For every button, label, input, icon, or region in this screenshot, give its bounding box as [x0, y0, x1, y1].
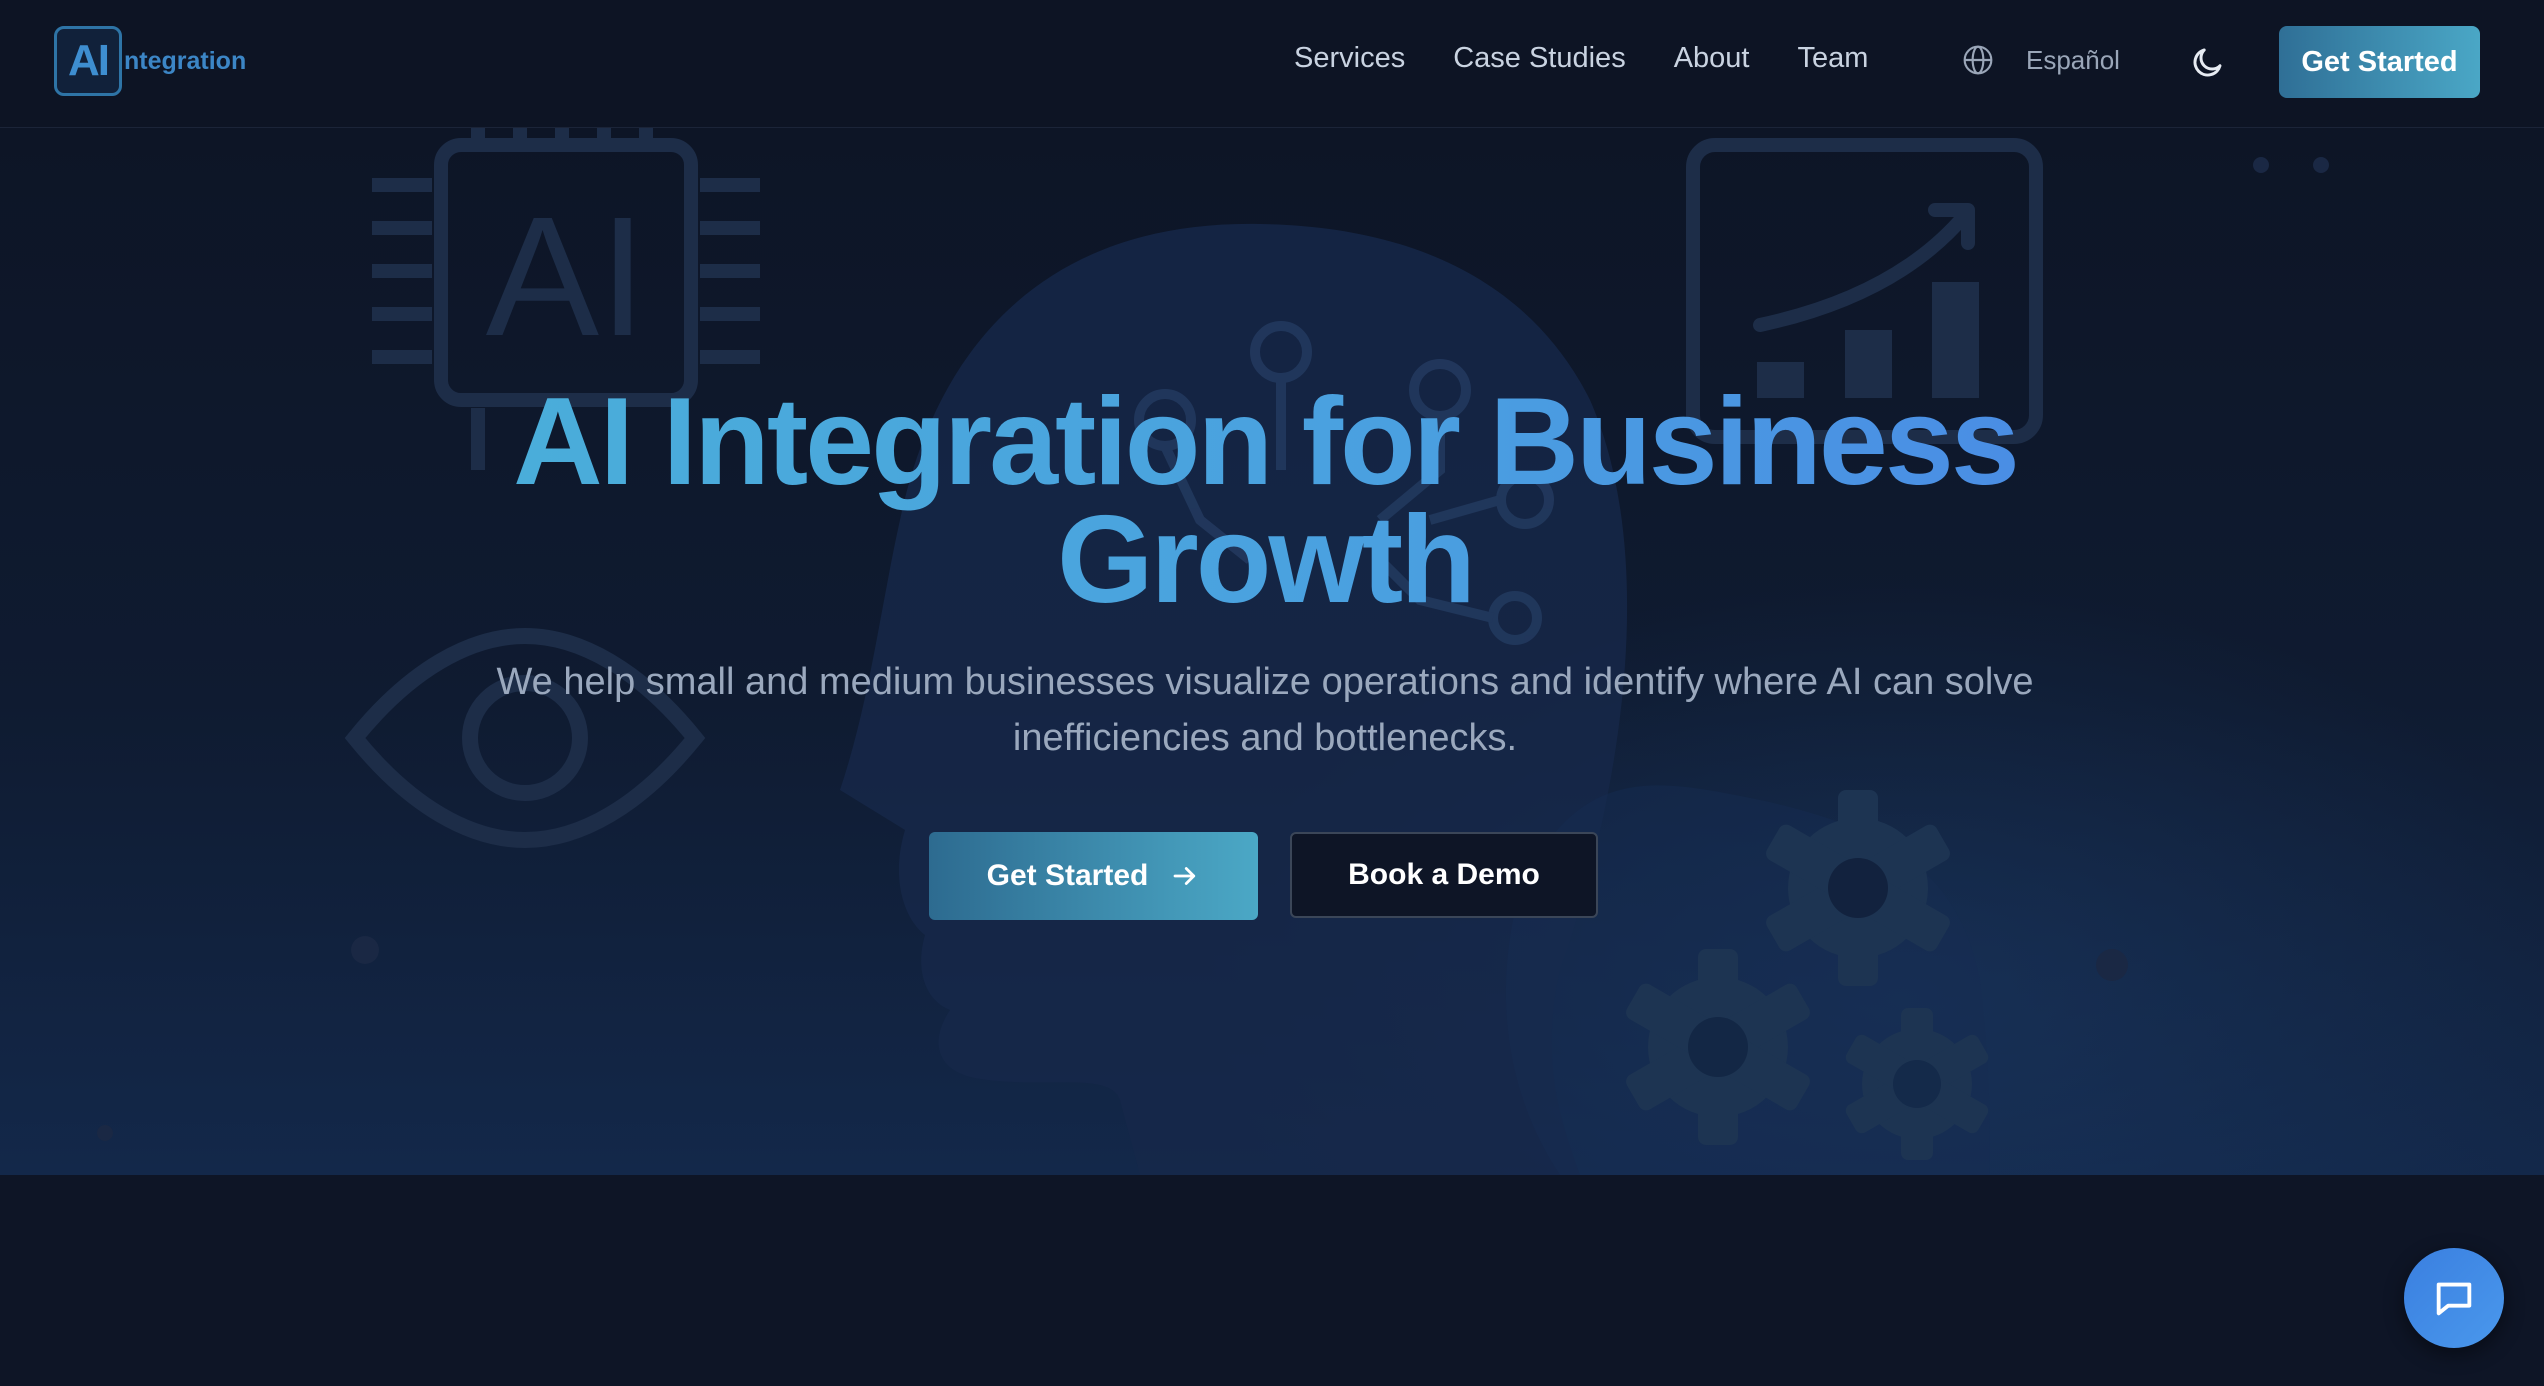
language-switcher[interactable]: Español	[1962, 44, 2120, 76]
chat-bubble-icon	[2436, 1282, 2472, 1316]
arrow-right-icon	[1173, 867, 1196, 885]
nav-get-started-button[interactable]: Get Started	[2279, 26, 2480, 98]
hero-subtitle: We help small and medium businesses visu…	[496, 661, 2034, 759]
theme-toggle-button[interactable]	[2188, 42, 2228, 82]
language-label: Español	[2026, 44, 2120, 75]
hero-background-art: AI	[97, 128, 2544, 1175]
nav-link-services[interactable]: Services	[1294, 42, 1405, 75]
hero-get-started-label: Get Started	[986, 859, 1149, 892]
page: AI ntegration Services Case Studies Abou…	[0, 0, 2544, 1386]
logo-text: ntegration	[124, 46, 247, 75]
logo-mark: AI	[54, 26, 122, 96]
nav-link-about[interactable]: About	[1674, 42, 1750, 75]
logo[interactable]: AI ntegration	[54, 26, 246, 96]
moon-icon	[2193, 48, 2222, 77]
book-demo-button[interactable]: Book a Demo	[1290, 832, 1598, 918]
hero-get-started-button[interactable]: Get Started	[929, 832, 1258, 920]
hero-title-line2: Growth	[1057, 491, 1473, 629]
globe-icon	[1963, 45, 1993, 75]
chip-label: AI	[486, 182, 647, 372]
hero-section: AI AI Integration for Business Growth We…	[0, 128, 2544, 1175]
hero-title: AI Integration for Business Growth	[0, 383, 2530, 619]
chat-widget-button[interactable]	[2404, 1248, 2504, 1348]
nav-links: Services Case Studies About Team	[1294, 42, 1868, 75]
nav-link-team[interactable]: Team	[1798, 42, 1869, 75]
top-navigation: AI ntegration Services Case Studies Abou…	[0, 0, 2544, 128]
nav-link-case-studies[interactable]: Case Studies	[1453, 42, 1626, 75]
